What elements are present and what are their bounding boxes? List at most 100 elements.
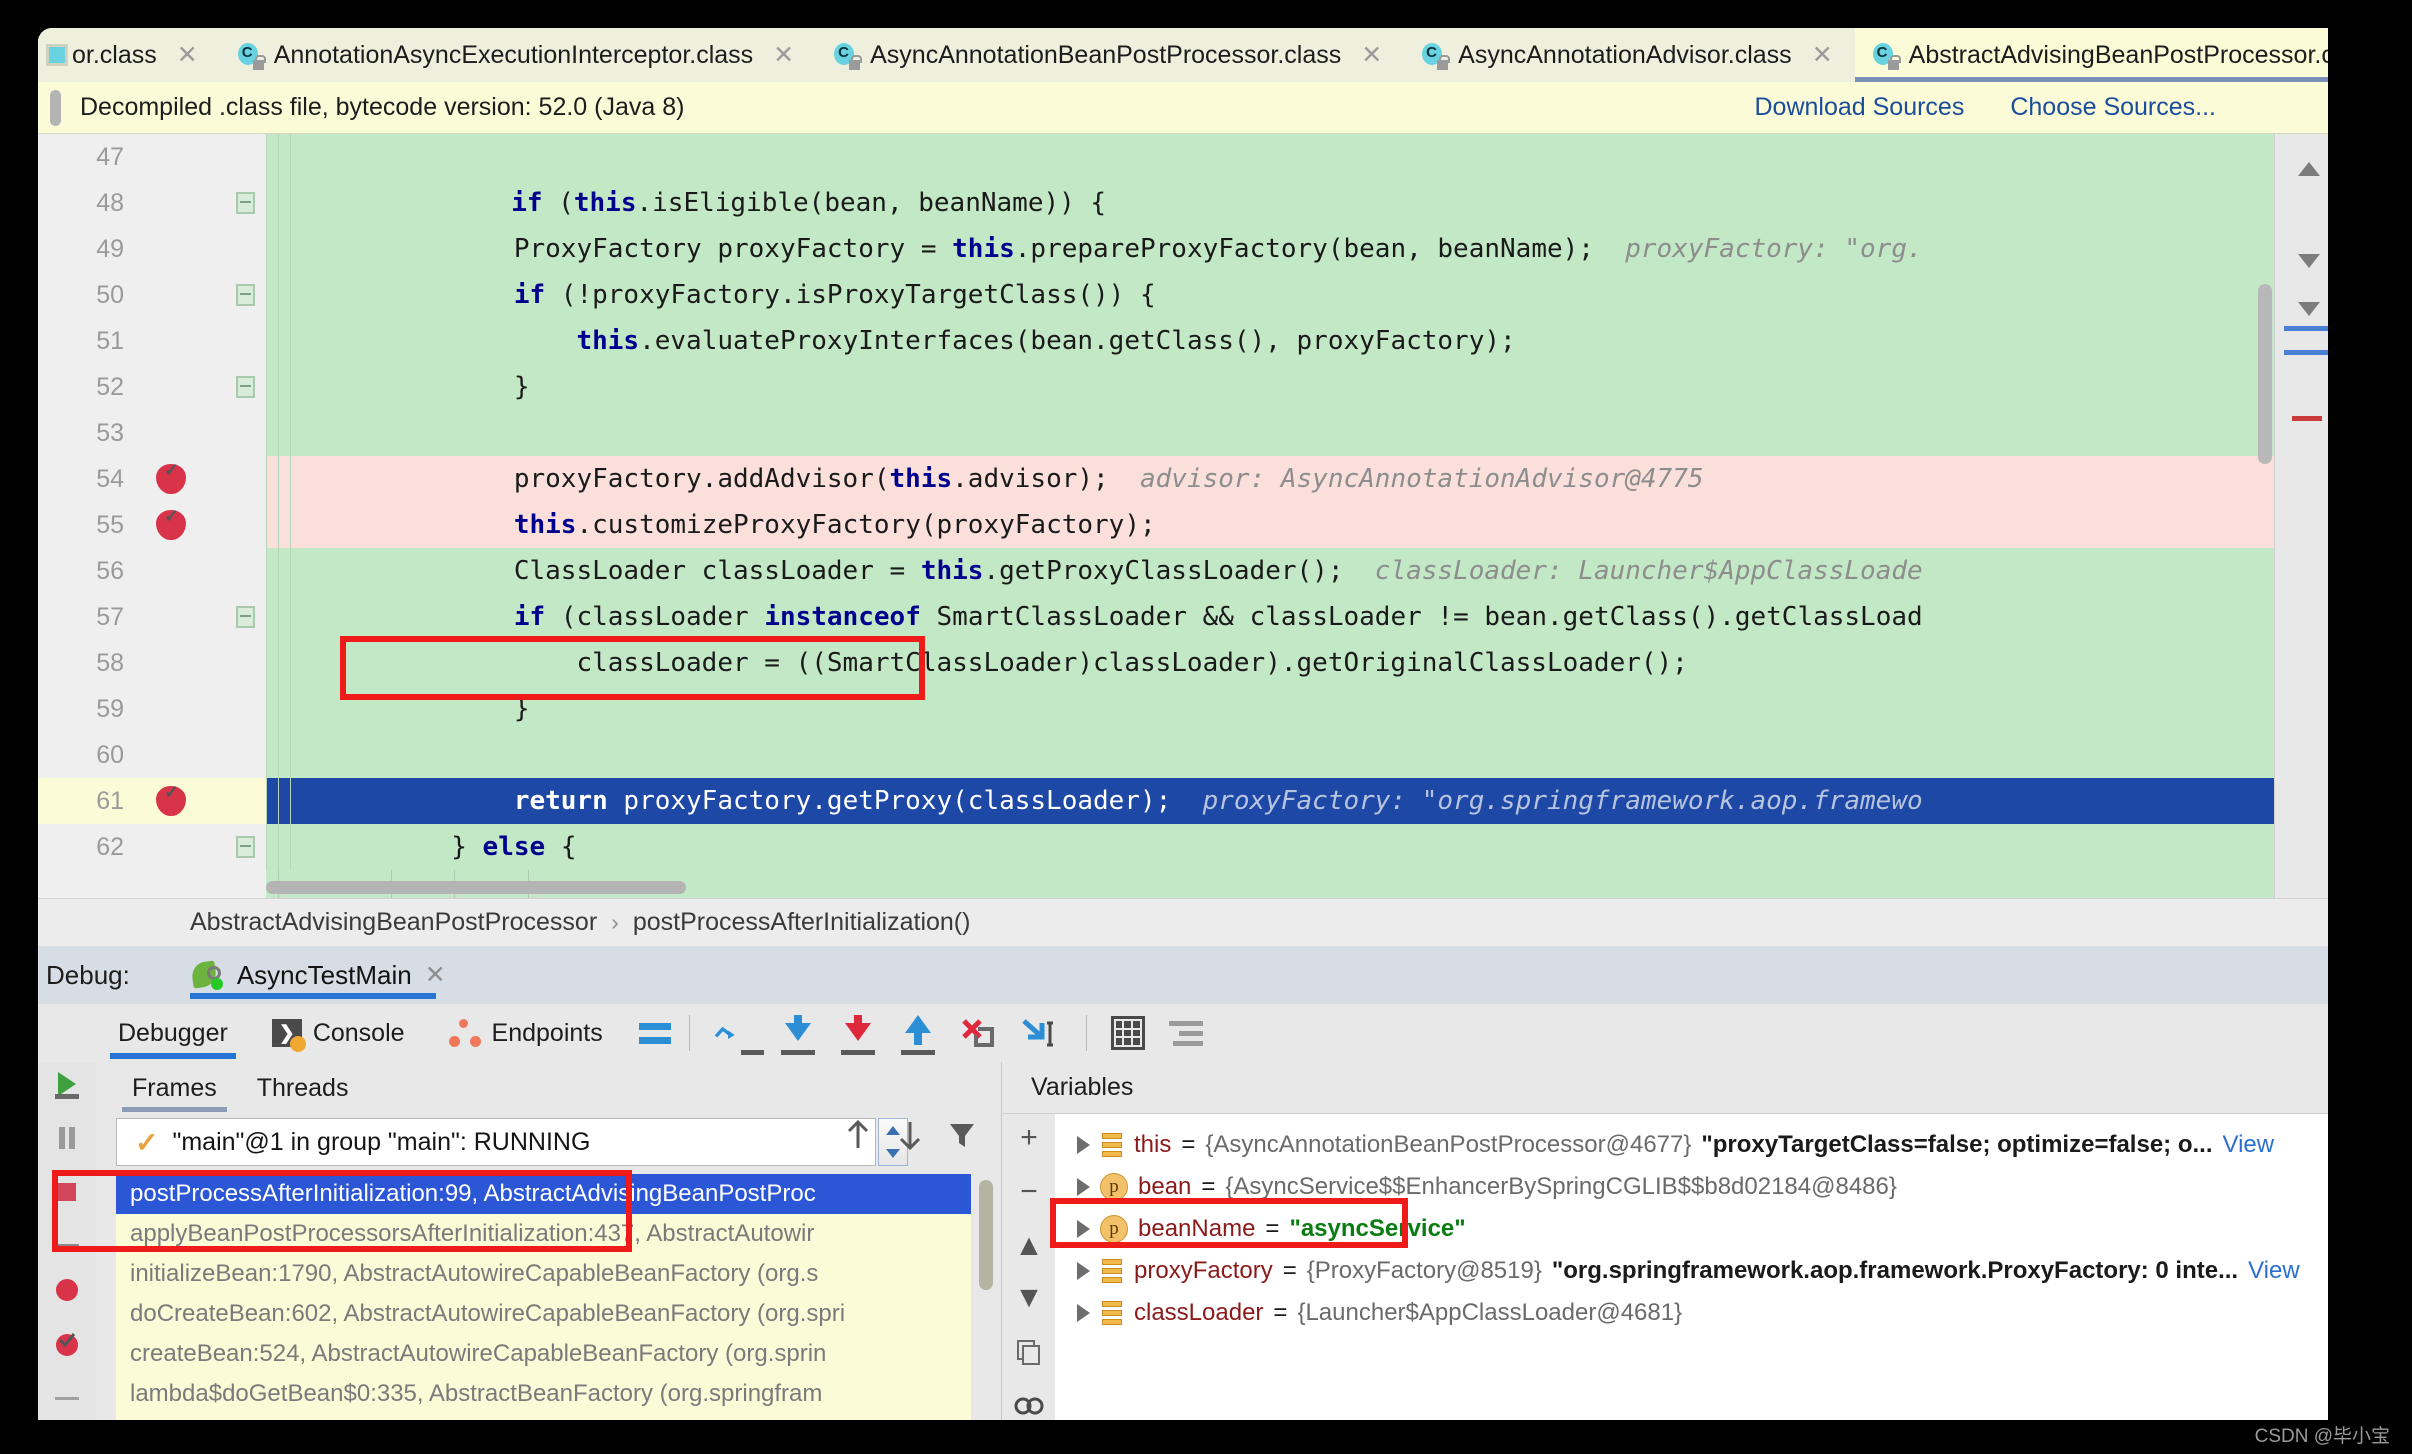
close-icon[interactable]: ✕	[773, 42, 794, 68]
code-line[interactable]: 62 } else {	[38, 824, 2328, 870]
variable-row-proxyFactory[interactable]: proxyFactory = {ProxyFactory@8519} "org.…	[1055, 1250, 2328, 1292]
copy-icon[interactable]	[1013, 1336, 1045, 1368]
fold-marker-icon[interactable]	[236, 284, 255, 306]
breadcrumb[interactable]: AbstractAdvisingBeanPostProcessor › post…	[38, 898, 2328, 946]
notice-scroll-thumb[interactable]	[50, 90, 61, 126]
marker-error[interactable]	[2292, 416, 2322, 421]
scroll-down-arrow-icon[interactable]	[2298, 302, 2320, 316]
code-line[interactable]: 50 if (!proxyFactory.isProxyTargetClass(…	[38, 272, 2328, 318]
editor-tab-0[interactable]: or.class ✕	[38, 28, 220, 82]
variables-list[interactable]: this = {AsyncAnnotationBeanPostProcessor…	[1055, 1114, 2328, 1420]
remove-watch-icon[interactable]: −	[1013, 1175, 1045, 1208]
download-sources-link[interactable]: Download Sources	[1754, 93, 1964, 122]
code-line[interactable]: 48 if (this.isEligible(bean, beanName)) …	[38, 180, 2328, 226]
tab-debugger[interactable]: Debugger	[96, 1004, 250, 1062]
stack-frame-row[interactable]: applyBeanPostProcessorsAfterInitializati…	[116, 1214, 971, 1254]
step-into-icon[interactable]	[772, 1011, 824, 1055]
layout-settings-icon[interactable]	[638, 1022, 671, 1044]
down-arrow-icon[interactable]	[895, 1118, 925, 1152]
drop-frame-icon[interactable]	[952, 1011, 1004, 1055]
view-breakpoints-icon[interactable]	[51, 1274, 83, 1306]
view-link[interactable]: View	[2248, 1257, 2300, 1285]
fold-marker-icon[interactable]	[236, 836, 255, 858]
expand-twisty-icon[interactable]	[1077, 1304, 1090, 1322]
fold-marker-icon[interactable]	[236, 376, 255, 398]
editor-horizontal-scrollbar[interactable]	[266, 881, 686, 894]
marker-current-line[interactable]	[2284, 350, 2328, 355]
down-icon[interactable]: ▼	[1013, 1281, 1045, 1314]
code-line[interactable]: 56 ClassLoader classLoader = this.getPro…	[38, 548, 2328, 594]
fold-marker-icon[interactable]	[236, 606, 255, 628]
stack-frame-row[interactable]: initializeBean:1790, AbstractAutowireCap…	[116, 1254, 971, 1294]
tab-threads[interactable]: Threads	[237, 1062, 369, 1114]
code-line[interactable]: 51 this.evaluateProxyInterfaces(bean.get…	[38, 318, 2328, 364]
breadcrumb-item-method[interactable]: postProcessAfterInitialization()	[633, 908, 971, 937]
stack-frame-row[interactable]: postProcessAfterInitialization:99, Abstr…	[116, 1174, 971, 1214]
tab-console[interactable]: ❯ Console	[250, 1004, 427, 1062]
code-line[interactable]: 60	[38, 732, 2328, 778]
code-line[interactable]: 54 proxyFactory.addAdvisor(this.advisor)…	[38, 456, 2328, 502]
run-to-cursor-icon[interactable]	[1012, 1011, 1064, 1055]
editor-tab-3[interactable]: C AsyncAnnotationAdvisor.class ✕	[1404, 28, 1855, 82]
close-icon[interactable]: ✕	[1361, 42, 1382, 68]
evaluate-expression-icon[interactable]	[1110, 1016, 1145, 1050]
breakpoint-verified-icon[interactable]	[51, 1328, 83, 1360]
fold-marker-icon[interactable]	[236, 192, 255, 214]
frames-scrollbar[interactable]	[979, 1180, 993, 1290]
pause-program-icon[interactable]	[51, 1122, 83, 1154]
code-line[interactable]: 59 }	[38, 686, 2328, 732]
close-icon[interactable]: ✕	[425, 960, 446, 990]
tab-endpoints[interactable]: Endpoints	[427, 1004, 625, 1062]
variable-row-this[interactable]: this = {AsyncAnnotationBeanPostProcessor…	[1055, 1124, 2328, 1166]
code-line[interactable]: 47	[38, 134, 2328, 180]
code-line-current-execution[interactable]: 61 return proxyFactory.getProxy(classLoa…	[38, 778, 2328, 824]
expand-twisty-icon[interactable]	[1077, 1262, 1090, 1280]
breakpoint-icon[interactable]	[156, 506, 186, 540]
debug-session-tab[interactable]: AsyncTestMain ✕	[178, 946, 460, 1004]
up-icon[interactable]: ▲	[1013, 1229, 1045, 1262]
tab-frames[interactable]: Frames	[112, 1062, 237, 1114]
stack-frame-row[interactable]: createBean:524, AbstractAutowireCapableB…	[116, 1334, 971, 1374]
variable-row-beanName[interactable]: p beanName = "asyncService"	[1055, 1208, 2328, 1250]
scroll-down-arrow-icon[interactable]	[2298, 254, 2320, 268]
step-over-icon[interactable]	[712, 1011, 764, 1055]
stack-frame-row[interactable]: doCreateBean:602, AbstractAutowireCapabl…	[116, 1294, 971, 1334]
expand-twisty-icon[interactable]	[1077, 1220, 1090, 1238]
filter-icon[interactable]	[947, 1118, 977, 1152]
variable-row-classLoader[interactable]: classLoader = {Launcher$AppClassLoader@4…	[1055, 1292, 2328, 1334]
view-link[interactable]: View	[2223, 1131, 2275, 1159]
thread-selector[interactable]: ✓ "main"@1 in group "main": RUNNING	[116, 1118, 876, 1166]
expand-twisty-icon[interactable]	[1077, 1178, 1090, 1196]
code-line[interactable]: 55 this.customizeProxyFactory(proxyFacto…	[38, 502, 2328, 548]
add-watch-icon[interactable]: +	[1013, 1121, 1045, 1154]
scroll-up-arrow-icon[interactable]	[2298, 162, 2320, 176]
close-icon[interactable]: ✕	[1812, 42, 1833, 68]
code-editor[interactable]: 47 48 if (this.isEligible(bean, beanName…	[38, 134, 2328, 898]
code-line[interactable]: 49 ProxyFactory proxyFactory = this.prep…	[38, 226, 2328, 272]
code-line[interactable]: 57 if (classLoader instanceof SmartClass…	[38, 594, 2328, 640]
stack-frame-row[interactable]: lambda$doGetBean$0:335, AbstractBeanFact…	[116, 1374, 971, 1414]
mute-breakpoints-icon[interactable]	[1168, 1020, 1203, 1046]
breadcrumb-item-class[interactable]: AbstractAdvisingBeanPostProcessor	[190, 908, 597, 937]
force-step-into-icon[interactable]	[832, 1011, 884, 1055]
editor-tab-1[interactable]: C AnnotationAsyncExecutionInterceptor.cl…	[219, 28, 817, 82]
expand-twisty-icon[interactable]	[1077, 1136, 1090, 1154]
editor-vertical-scrollbar[interactable]	[2258, 284, 2272, 464]
code-line[interactable]: 58 classLoader = ((SmartClassLoader)clas…	[38, 640, 2328, 686]
up-arrow-icon[interactable]	[843, 1118, 873, 1152]
editor-marker-rail[interactable]	[2274, 134, 2328, 898]
stack-frames-list[interactable]: postProcessAfterInitialization:99, Abstr…	[116, 1174, 971, 1420]
code-line[interactable]: 52 }	[38, 364, 2328, 410]
close-icon[interactable]: ✕	[177, 42, 198, 68]
variable-row-bean[interactable]: p bean = {AsyncService$$EnhancerBySpring…	[1055, 1166, 2328, 1208]
editor-tab-2[interactable]: C AsyncAnnotationBeanPostProcessor.class…	[816, 28, 1405, 82]
editor-tab-4[interactable]: C AbstractAdvisingBeanPostProcessor.clas…	[1854, 28, 2328, 82]
breakpoint-icon[interactable]	[156, 782, 186, 816]
breakpoint-icon[interactable]	[156, 460, 186, 494]
inspect-icon[interactable]	[1013, 1390, 1045, 1420]
code-line[interactable]: 53	[38, 410, 2328, 456]
marker-current-line[interactable]	[2284, 326, 2328, 331]
step-out-icon[interactable]	[892, 1011, 944, 1055]
choose-sources-link[interactable]: Choose Sources...	[2010, 93, 2216, 122]
resume-program-icon[interactable]	[51, 1068, 83, 1100]
